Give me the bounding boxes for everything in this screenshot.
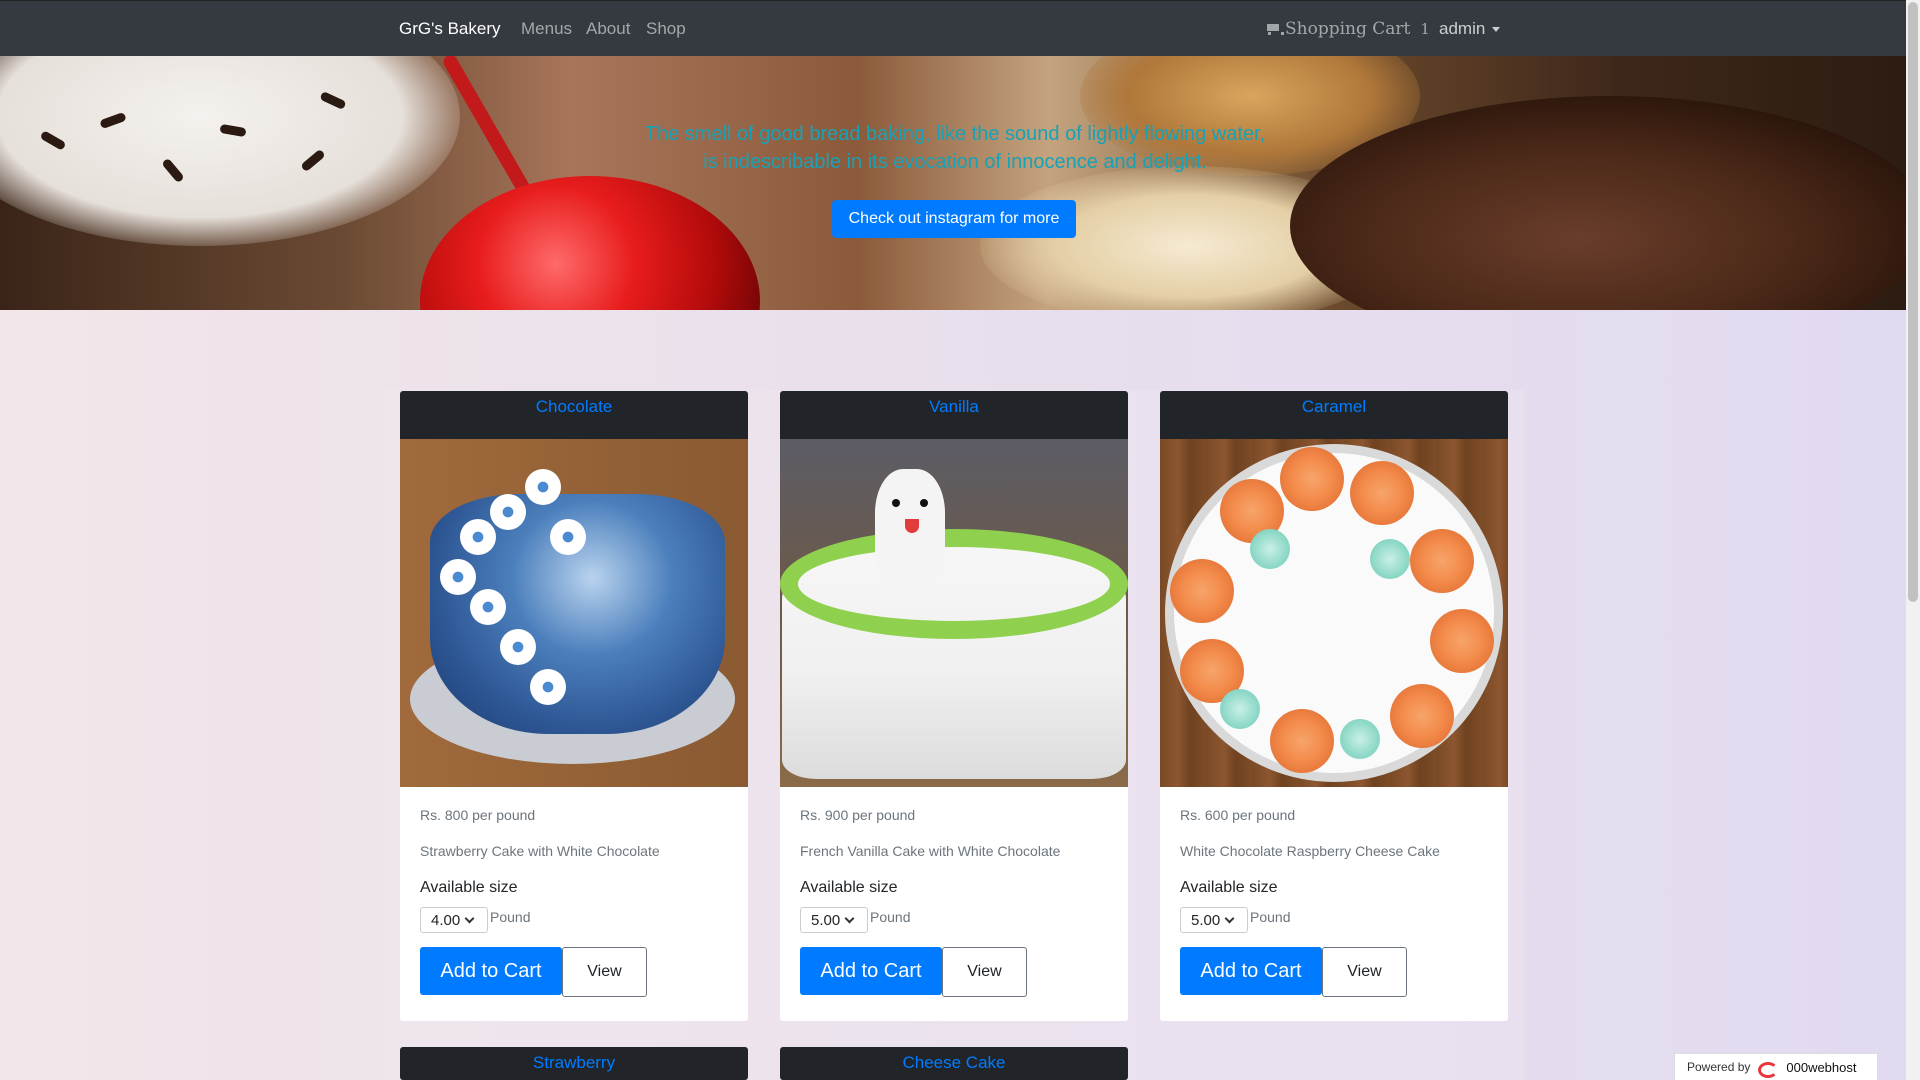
product-price: Rs. 900 per pound bbox=[800, 807, 916, 823]
product-image[interactable] bbox=[1160, 439, 1508, 787]
cake-mint-star bbox=[1370, 539, 1410, 579]
add-to-cart-button[interactable]: Add to Cart bbox=[1180, 947, 1322, 995]
cake-mint-star bbox=[1250, 529, 1290, 569]
size-select[interactable]: 4.00 bbox=[420, 907, 488, 933]
available-size-label: Available size bbox=[1180, 879, 1278, 896]
powered-brand: 000webhost bbox=[1786, 1059, 1857, 1075]
product-card-strawberry: Strawberry bbox=[400, 1047, 748, 1080]
card-actions: Add to Cart View bbox=[1180, 947, 1488, 997]
product-card-vanilla: Vanilla Rs. 900 per pound French Vanilla… bbox=[780, 391, 1128, 1021]
cake-rose bbox=[1390, 684, 1454, 748]
hero-banner: The smell of good bread baking, like the… bbox=[0, 56, 1906, 310]
card-body: Rs. 900 per pound French Vanilla Cake wi… bbox=[780, 787, 1128, 1021]
cake-rose bbox=[1270, 709, 1334, 773]
view-button[interactable]: View bbox=[1322, 947, 1407, 997]
nav-link-shop[interactable]: Shop bbox=[646, 19, 686, 39]
cake-mint-star bbox=[1340, 719, 1380, 759]
cake-flower bbox=[530, 669, 566, 705]
product-description: Strawberry Cake with White Chocolate bbox=[420, 843, 660, 859]
size-value: 5.00 bbox=[1191, 911, 1221, 929]
chevron-down-icon bbox=[1224, 913, 1235, 923]
nav-link-about[interactable]: About bbox=[586, 19, 630, 39]
powered-by-badge[interactable]: Powered by 000webhost bbox=[1674, 1053, 1878, 1080]
product-price: Rs. 800 per pound bbox=[420, 807, 536, 823]
product-title[interactable]: Cheese Cake bbox=[780, 1047, 1128, 1080]
card-body: Rs. 800 per pound Strawberry Cake with W… bbox=[400, 787, 748, 1021]
available-size-label: Available size bbox=[420, 879, 518, 896]
product-image[interactable] bbox=[400, 439, 748, 787]
dog-tongue bbox=[905, 519, 919, 533]
card-body: Rs. 600 per pound White Chocolate Raspbe… bbox=[1160, 787, 1508, 1021]
cake-flower bbox=[460, 519, 496, 555]
cake-rose bbox=[1430, 609, 1494, 673]
unit-label: Pound bbox=[1250, 909, 1291, 925]
cart-label: Shopping Cart bbox=[1285, 19, 1411, 39]
size-row: 5.00 Pound bbox=[1180, 907, 1488, 933]
cart-icon bbox=[1265, 22, 1284, 36]
cake-mint-star bbox=[1220, 689, 1260, 729]
hero-bg-cupcake bbox=[0, 56, 460, 246]
cake-rose bbox=[1410, 529, 1474, 593]
cake-flower bbox=[550, 519, 586, 555]
product-card-cheese-cake: Cheese Cake bbox=[780, 1047, 1128, 1080]
chevron-down-icon bbox=[464, 913, 475, 923]
product-description: French Vanilla Cake with White Chocolate bbox=[800, 843, 1061, 859]
instagram-button[interactable]: Check out instagram for more bbox=[832, 200, 1076, 238]
size-row: 4.00 Pound bbox=[420, 907, 728, 933]
view-button[interactable]: View bbox=[562, 947, 647, 997]
user-dropdown[interactable]: admin bbox=[1439, 19, 1501, 39]
navbar: GrG's Bakery Menus About Shop Shopping C… bbox=[0, 0, 1906, 56]
powered-label: Powered by bbox=[1687, 1060, 1751, 1074]
unit-label: Pound bbox=[490, 909, 531, 925]
product-card-chocolate: Chocolate Rs. 800 per pound Strawberry C… bbox=[400, 391, 748, 1021]
product-title[interactable]: Strawberry bbox=[400, 1047, 748, 1080]
product-image[interactable] bbox=[780, 439, 1128, 787]
brand-link[interactable]: GrG's Bakery bbox=[399, 19, 501, 39]
product-description: White Chocolate Raspberry Cheese Cake bbox=[1180, 843, 1440, 859]
unit-label: Pound bbox=[870, 909, 911, 925]
scrollbar-thumb[interactable] bbox=[1908, 2, 1918, 602]
size-select[interactable]: 5.00 bbox=[800, 907, 868, 933]
user-name: admin bbox=[1439, 19, 1486, 38]
scrollbar[interactable] bbox=[1906, 0, 1920, 1080]
cake-flower bbox=[500, 629, 536, 665]
size-value: 5.00 bbox=[811, 911, 841, 929]
card-actions: Add to Cart View bbox=[800, 947, 1108, 997]
product-title[interactable]: Caramel bbox=[1160, 391, 1508, 439]
cake-rose bbox=[1350, 461, 1414, 525]
cart-count: 1 bbox=[1420, 20, 1430, 38]
cake-flower bbox=[525, 469, 561, 505]
product-card-caramel: Caramel Rs. 600 per pound White Chocolat… bbox=[1160, 391, 1508, 1021]
available-size-label: Available size bbox=[800, 879, 898, 896]
shopping-cart-link[interactable]: Shopping Cart 1 bbox=[1265, 19, 1430, 39]
dog-eye bbox=[920, 499, 928, 507]
product-price: Rs. 600 per pound bbox=[1180, 807, 1296, 823]
nav-link-menus[interactable]: Menus bbox=[521, 19, 572, 39]
hero-cherry bbox=[420, 176, 760, 310]
cake-rose bbox=[1280, 447, 1344, 511]
dog-eye bbox=[892, 499, 900, 507]
cake-flower bbox=[470, 589, 506, 625]
cake-rose bbox=[1170, 559, 1234, 623]
card-actions: Add to Cart View bbox=[420, 947, 728, 997]
size-row: 5.00 Pound bbox=[800, 907, 1108, 933]
cake-flower bbox=[490, 494, 526, 530]
product-title[interactable]: Vanilla bbox=[780, 391, 1128, 439]
size-value: 4.00 bbox=[431, 911, 461, 929]
add-to-cart-button[interactable]: Add to Cart bbox=[800, 947, 942, 995]
size-select[interactable]: 5.00 bbox=[1180, 907, 1248, 933]
cake-grass bbox=[780, 529, 1128, 639]
chevron-down-icon bbox=[844, 913, 855, 923]
view-button[interactable]: View bbox=[942, 947, 1027, 997]
cake-flower bbox=[440, 559, 476, 595]
webhost-logo-icon bbox=[1758, 1060, 1779, 1078]
hero-quote: The smell of good bread baking, like the… bbox=[644, 123, 1266, 173]
add-to-cart-button[interactable]: Add to Cart bbox=[420, 947, 562, 995]
caret-down-icon bbox=[1492, 26, 1501, 32]
product-title[interactable]: Chocolate bbox=[400, 391, 748, 439]
